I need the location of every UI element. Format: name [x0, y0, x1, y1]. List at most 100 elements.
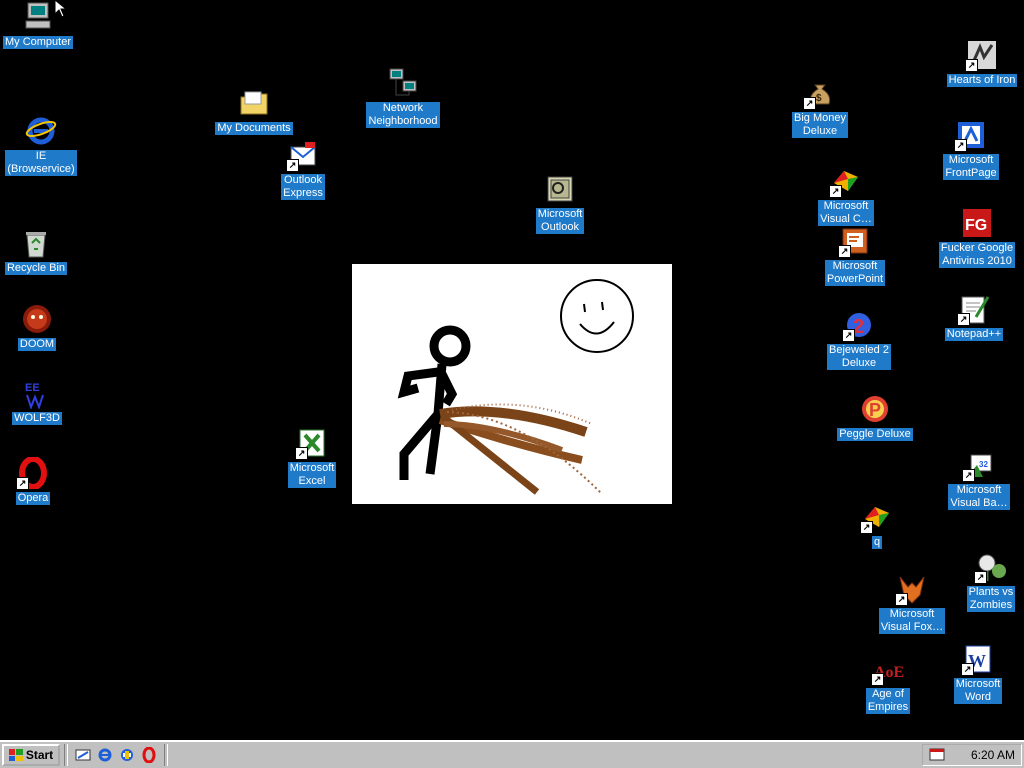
icon-label: Plants vs Zombies: [966, 586, 1016, 612]
tray-scheduler-icon[interactable]: [929, 746, 945, 765]
icon-label: Microsoft Visual Ba…: [948, 484, 1010, 510]
start-button[interactable]: Start: [2, 744, 60, 766]
desktop-icon-age-of-empires[interactable]: AoE ↗ Age of Empires: [843, 652, 933, 714]
shortcut-arrow-icon: ↗: [871, 673, 884, 686]
desktop-icon-microsoft-outlook[interactable]: Microsoft Outlook: [515, 172, 605, 234]
hearts-of-iron-icon: ↗: [965, 38, 999, 72]
desktop-icon-visual-fox[interactable]: ↗ Microsoft Visual Fox…: [867, 572, 957, 634]
quicklaunch-ie-icon[interactable]: [95, 745, 115, 765]
svg-text:$: $: [816, 93, 822, 104]
outlook-express-icon: ↗: [286, 138, 320, 172]
desktop-icon-frontpage[interactable]: ↗ Microsoft FrontPage: [926, 118, 1016, 180]
excel-icon: ↗: [295, 426, 329, 460]
notepadpp-icon: ↗: [957, 292, 991, 326]
icon-label: Outlook Express: [281, 174, 325, 200]
stick-figure-painting: [352, 264, 672, 504]
bejeweled-icon: 2 ↗: [842, 308, 876, 342]
shortcut-arrow-icon: ↗: [974, 571, 987, 584]
icon-label: Recycle Bin: [4, 262, 68, 275]
clock[interactable]: 6:20 AM: [971, 748, 1015, 762]
shortcut-arrow-icon: ↗: [286, 159, 299, 172]
svg-text:FG: FG: [965, 217, 987, 234]
shortcut-arrow-icon: ↗: [803, 97, 816, 110]
icon-label: Microsoft Excel: [287, 462, 337, 488]
desktop-icon-big-money[interactable]: $ ↗ Big Money Deluxe: [775, 76, 865, 138]
desktop-icon-plants-vs-zombies[interactable]: ↗ Plants vs Zombies: [946, 550, 1024, 612]
desktop-icon-wolf3d[interactable]: EE WOLF3D: [0, 376, 82, 425]
quicklaunch-opera-icon[interactable]: [139, 745, 159, 765]
icon-label: q: [871, 536, 883, 549]
recycle-bin-icon: [19, 226, 53, 260]
shortcut-arrow-icon: ↗: [965, 59, 978, 72]
icon-label: Microsoft Visual Fox…: [878, 608, 946, 634]
visual-c-icon: ↗: [829, 164, 863, 198]
desktop-icon-peggle[interactable]: P Peggle Deluxe: [830, 392, 920, 441]
desktop-icon-visual-c[interactable]: ↗ Microsoft Visual C…: [801, 164, 891, 226]
desktop-icon-q[interactable]: ↗ q: [832, 500, 922, 549]
shortcut-arrow-icon: ↗: [842, 329, 855, 342]
icon-label: Microsoft Visual C…: [818, 200, 874, 226]
opera-icon: ↗: [16, 456, 50, 490]
desktop-icon-my-computer[interactable]: My Computer: [0, 0, 83, 49]
icon-label: Fucker Google Antivirus 2010: [938, 242, 1016, 268]
icon-label: Network Neighborhood: [366, 102, 440, 128]
icon-label: Microsoft Word: [953, 678, 1003, 704]
quicklaunch-show-desktop-icon[interactable]: [73, 745, 93, 765]
desktop-icon-network-neighborhood[interactable]: Network Neighborhood: [358, 66, 448, 128]
desktop-icon-hearts-of-iron[interactable]: ↗ Hearts of Iron: [937, 38, 1024, 87]
icon-label: IE (Browservice): [5, 150, 77, 176]
desktop-icon-microsoft-excel[interactable]: ↗ Microsoft Excel: [267, 426, 357, 488]
desktop-icon-notepadpp[interactable]: ↗ Notepad++: [929, 292, 1019, 341]
svg-text:32: 32: [979, 460, 988, 469]
network-icon: [386, 66, 420, 100]
taskbar: Start 6:20 AM: [0, 740, 1024, 768]
icon-label: Microsoft FrontPage: [943, 154, 999, 180]
desktop-icon-powerpoint[interactable]: ↗ Microsoft PowerPoint: [810, 224, 900, 286]
shortcut-arrow-icon: ↗: [829, 185, 842, 198]
svg-text:EE: EE: [25, 382, 40, 394]
powerpoint-icon: ↗: [838, 224, 872, 258]
folder-icon: [237, 86, 271, 120]
icon-label: My Computer: [2, 36, 74, 49]
shortcut-arrow-icon: ↗: [16, 477, 29, 490]
start-label: Start: [25, 748, 54, 762]
word-icon: W ↗: [961, 642, 995, 676]
icon-label: Opera: [15, 492, 51, 505]
age-of-empires-icon: AoE ↗: [871, 652, 905, 686]
frontpage-icon: ↗: [954, 118, 988, 152]
desktop-icon-opera[interactable]: ↗ Opera: [0, 456, 78, 505]
visual-studio-icon: ↗: [860, 500, 894, 534]
shortcut-arrow-icon: ↗: [895, 593, 908, 606]
icon-label: Age of Empires: [865, 688, 911, 714]
icon-label: WOLF3D: [12, 412, 62, 425]
desktop-icon-antivirus[interactable]: FG Fucker Google Antivirus 2010: [932, 206, 1022, 268]
windows-logo-icon: [8, 749, 23, 761]
desktop-icon-bejeweled[interactable]: 2 ↗ Bejeweled 2 Deluxe: [814, 308, 904, 370]
svg-text:P: P: [869, 400, 881, 420]
computer-icon: [21, 0, 55, 34]
desktop-icon-doom[interactable]: DOOM: [0, 302, 82, 351]
wolf3d-icon: EE: [20, 376, 54, 410]
shortcut-arrow-icon: ↗: [954, 139, 967, 152]
desktop-icon-visual-basic[interactable]: 32 ↗ Microsoft Visual Ba…: [934, 448, 1024, 510]
shortcut-arrow-icon: ↗: [295, 447, 308, 460]
shortcut-arrow-icon: ↗: [962, 469, 975, 482]
desktop-icon-word[interactable]: W ↗ Microsoft Word: [933, 642, 1023, 704]
peggle-icon: P: [858, 392, 892, 426]
taskbar-separator: [164, 744, 168, 766]
icon-label: Microsoft PowerPoint: [824, 260, 886, 286]
icon-label: Microsoft Outlook: [535, 208, 585, 234]
antivirus-icon: FG: [960, 206, 994, 240]
quicklaunch-channels-icon[interactable]: [117, 745, 137, 765]
icon-label: Big Money Deluxe: [792, 112, 848, 138]
icon-label: My Documents: [215, 122, 293, 135]
desktop-icon-outlook-express[interactable]: ↗ Outlook Express: [258, 138, 348, 200]
desktop-icon-my-documents[interactable]: My Documents: [209, 86, 299, 135]
shortcut-arrow-icon: ↗: [957, 313, 970, 326]
desktop-icon-ie[interactable]: IE (Browservice): [0, 114, 86, 176]
mouse-pointer-icon: [54, 0, 68, 21]
shortcut-arrow-icon: ↗: [961, 663, 974, 676]
icon-label: DOOM: [17, 338, 57, 351]
outlook-icon: [543, 172, 577, 206]
desktop-icon-recycle-bin[interactable]: Recycle Bin: [0, 226, 81, 275]
